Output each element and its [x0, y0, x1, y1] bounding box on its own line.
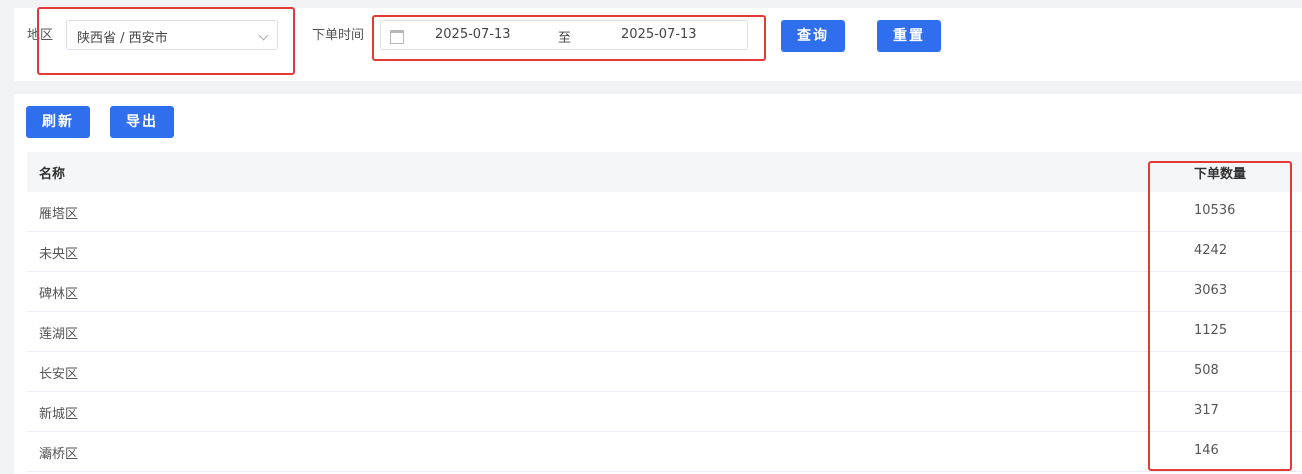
query-button[interactable]: 查询: [781, 20, 845, 52]
date-start-input[interactable]: 2025-07-13: [435, 27, 511, 42]
table-row[interactable]: 长安区 508: [27, 352, 1302, 392]
region-select[interactable]: 陕西省 / 西安市: [66, 20, 278, 50]
table-row[interactable]: 雁塔区 10536: [27, 192, 1302, 232]
row-order-count: 146: [1194, 443, 1219, 458]
row-name: 莲湖区: [39, 327, 79, 342]
row-name: 灞桥区: [39, 447, 79, 462]
calendar-icon: [390, 30, 404, 44]
table-row[interactable]: 莲湖区 1125: [27, 312, 1302, 352]
row-order-count: 4242: [1194, 243, 1228, 258]
row-order-count: 317: [1194, 403, 1219, 418]
row-name: 未央区: [39, 247, 79, 262]
order-time-label: 下单时间: [312, 28, 365, 43]
row-order-count: 508: [1194, 363, 1219, 378]
table-row[interactable]: 灞桥区 146: [27, 432, 1302, 472]
row-order-count: 3063: [1194, 283, 1228, 298]
row-order-count: 10536: [1194, 203, 1236, 218]
column-header-name[interactable]: 名称: [39, 163, 65, 182]
row-name: 碑林区: [39, 287, 79, 302]
row-order-count: 1125: [1194, 323, 1228, 338]
table-row[interactable]: 未央区 4242: [27, 232, 1302, 272]
table-header: 名称 下单数量: [27, 152, 1302, 192]
date-separator: 至: [558, 31, 572, 46]
region-select-value: 陕西省 / 西安市: [77, 31, 168, 46]
refresh-button[interactable]: 刷新: [26, 106, 90, 138]
table-row[interactable]: 新城区 317: [27, 392, 1302, 432]
date-end-input[interactable]: 2025-07-13: [621, 27, 697, 42]
reset-button[interactable]: 重置: [877, 20, 941, 52]
table-row[interactable]: 碑林区 3063: [27, 272, 1302, 312]
column-header-order-count[interactable]: 下单数量: [1194, 163, 1246, 182]
region-label: 地区: [27, 28, 54, 43]
date-range-picker[interactable]: 2025-07-13 至 2025-07-13: [380, 20, 748, 50]
row-name: 雁塔区: [39, 207, 79, 222]
row-name: 长安区: [39, 367, 79, 382]
chevron-down-icon: [258, 30, 269, 41]
row-name: 新城区: [39, 407, 79, 422]
export-button[interactable]: 导出: [110, 106, 174, 138]
